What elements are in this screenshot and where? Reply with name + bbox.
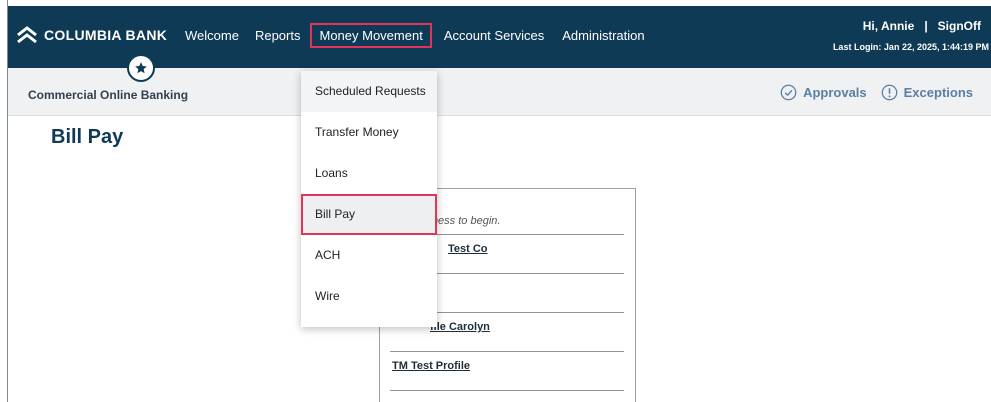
business-row[interactable] [390, 390, 624, 391]
brand-logo[interactable]: COLUMBIA BANK [16, 26, 167, 44]
nav-account-services[interactable]: Account Services [444, 28, 544, 48]
menu-item-transfer-money[interactable]: Transfer Money [301, 112, 437, 153]
last-login-text: Last Login: Jan 22, 2025, 1:44:19 PM [832, 42, 989, 52]
menu-item-bill-pay[interactable]: Bill Pay [301, 194, 437, 235]
nav-money-movement[interactable]: Money Movement [310, 23, 432, 48]
app-section-title: Commercial Online Banking [28, 88, 189, 102]
money-movement-dropdown: Scheduled Requests Transfer Money Loans … [301, 71, 437, 327]
check-circle-icon[interactable] [780, 84, 797, 101]
user-greeting[interactable]: Hi, Annie [863, 19, 915, 33]
main-nav: Welcome Reports Money Movement Account S… [185, 23, 645, 48]
signoff-link[interactable]: SignOff [938, 19, 981, 33]
user-separator: | [924, 19, 928, 33]
favorites-button[interactable] [127, 54, 155, 82]
menu-item-wire[interactable]: Wire [301, 276, 437, 317]
business-link[interactable]: file Carolyn [430, 321, 490, 333]
page-title: Bill Pay [51, 126, 124, 148]
menu-item-scheduled-requests[interactable]: Scheduled Requests [301, 71, 437, 112]
nav-welcome[interactable]: Welcome [185, 28, 239, 48]
menu-item-loans[interactable]: Loans [301, 153, 437, 194]
user-menu: Hi, Annie | SignOff [863, 19, 981, 33]
star-icon [135, 62, 147, 74]
top-navigation-bar: COLUMBIA BANK Welcome Reports Money Move… [8, 6, 991, 68]
chevron-logo-icon [17, 26, 37, 44]
brand-name: COLUMBIA BANK [44, 27, 168, 43]
exceptions-link[interactable]: Exceptions [904, 85, 973, 100]
approvals-link[interactable]: Approvals [803, 85, 867, 100]
sub-header-bar: Commercial Online Banking Approvals Exce… [8, 68, 991, 116]
business-row[interactable]: TM Test Profile [390, 351, 624, 372]
quick-links: Approvals Exceptions [780, 84, 973, 101]
business-link[interactable]: TM Test Profile [392, 360, 470, 372]
exclamation-circle-icon[interactable] [881, 84, 898, 101]
menu-item-ach[interactable]: ACH [301, 235, 437, 276]
business-link[interactable]: Test Co [448, 243, 488, 255]
nav-administration[interactable]: Administration [562, 28, 644, 48]
nav-reports[interactable]: Reports [255, 28, 301, 48]
